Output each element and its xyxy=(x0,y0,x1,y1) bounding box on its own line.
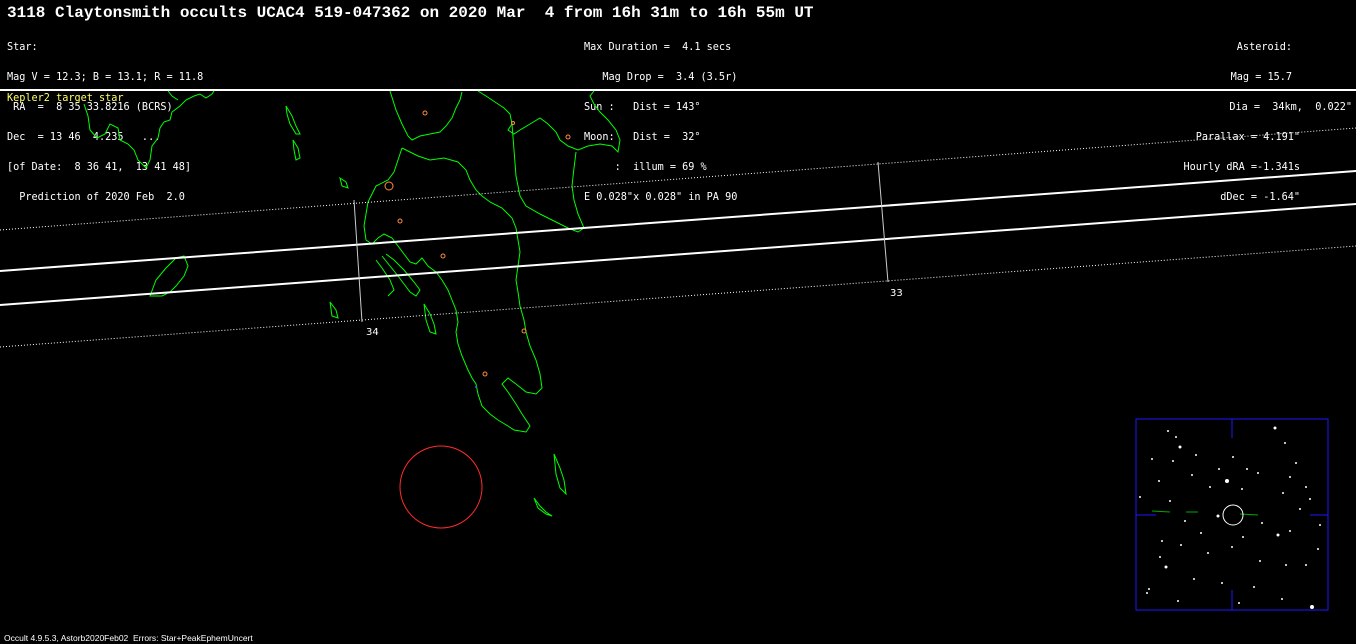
inset-star xyxy=(1241,488,1243,490)
time-tick-33 xyxy=(877,161,889,283)
city-marker xyxy=(511,121,515,125)
inset-star xyxy=(1238,602,1240,604)
time-label-33: 33 xyxy=(890,288,903,299)
time-tick-34 xyxy=(353,199,363,323)
inset-star xyxy=(1161,540,1163,542)
inset-star xyxy=(1309,498,1311,500)
city-marker xyxy=(565,134,571,140)
inset-star xyxy=(1139,496,1141,498)
inset-star xyxy=(1177,600,1179,602)
inset-star xyxy=(1184,520,1186,522)
coastline-main-landmass-body xyxy=(363,147,543,433)
coastline-honshu-west-2 xyxy=(167,90,179,101)
inset-star xyxy=(1232,456,1234,458)
inset-star xyxy=(1167,430,1169,432)
path-south-limit xyxy=(0,203,1356,306)
island-south-1 xyxy=(553,453,567,496)
inset-star xyxy=(1284,442,1286,444)
inset-star xyxy=(1310,605,1314,609)
moon-circle-icon xyxy=(399,445,483,529)
time-label-34: 34 xyxy=(366,327,379,338)
island-slender-2 xyxy=(329,301,339,319)
inset-star xyxy=(1289,476,1291,478)
inset-star xyxy=(1253,586,1255,588)
inset-star xyxy=(1242,536,1244,538)
island-south-2 xyxy=(533,497,553,517)
island-small-1 xyxy=(292,139,301,161)
inset-star xyxy=(1299,508,1301,510)
inset-star xyxy=(1158,480,1160,482)
inset-star xyxy=(1295,462,1297,464)
city-marker xyxy=(482,371,488,377)
coastline-inner-bay xyxy=(511,123,585,233)
inset-star xyxy=(1225,479,1229,483)
city-marker xyxy=(440,253,446,259)
inset-star xyxy=(1259,560,1261,562)
occultation-map: 34 33 xyxy=(0,90,1356,611)
blue-site-marker xyxy=(475,386,477,388)
inset-star xyxy=(1261,522,1263,524)
inset-star xyxy=(1221,582,1223,584)
time-ticks xyxy=(353,161,889,323)
inset-star xyxy=(1146,592,1148,594)
city-marker xyxy=(397,218,403,224)
inset-star xyxy=(1195,454,1197,456)
inset-star xyxy=(1257,472,1259,474)
inset-star xyxy=(1207,552,1209,554)
city-marker xyxy=(422,110,428,116)
coastline-honshu-west xyxy=(83,90,215,169)
inset-star xyxy=(1164,565,1168,569)
inset-star xyxy=(1281,598,1283,600)
software-footer: Occult 4.9.5.3, Astorb2020Feb02 Errors: … xyxy=(4,633,253,643)
inset-star xyxy=(1276,533,1280,537)
inset-star xyxy=(1159,556,1161,558)
inset-star xyxy=(1151,458,1153,460)
uncertainty-south xyxy=(0,245,1356,348)
star-chart-border xyxy=(1135,418,1329,611)
inset-star xyxy=(1273,426,1277,430)
inset-star xyxy=(1200,532,1202,534)
island-oki xyxy=(285,105,301,135)
coastline-main-landmass xyxy=(389,90,463,141)
inset-star xyxy=(1209,486,1211,488)
inset-star xyxy=(1172,460,1174,462)
coastlines xyxy=(83,90,621,517)
inset-star xyxy=(1216,514,1220,518)
inset-star xyxy=(1193,578,1195,580)
inset-star xyxy=(1317,548,1319,550)
coastline-inner-bay-3 xyxy=(375,259,395,297)
inset-star xyxy=(1305,564,1307,566)
island-small-2 xyxy=(339,176,349,189)
city-marker xyxy=(384,181,394,191)
inset-star xyxy=(1231,546,1233,548)
inset-star xyxy=(1169,500,1171,502)
inset-star xyxy=(1305,486,1307,488)
inset-star xyxy=(1285,564,1287,566)
inset-star xyxy=(1289,530,1291,532)
inset-star xyxy=(1282,492,1284,494)
city-markers xyxy=(384,110,571,377)
path-north-limit xyxy=(0,170,1356,272)
inset-star xyxy=(1178,445,1182,449)
coastline-main-landmass-east xyxy=(477,90,621,154)
inset-star xyxy=(1180,544,1182,546)
island-shikoku xyxy=(149,255,189,297)
inset-star xyxy=(1246,468,1248,470)
star-chart-inset xyxy=(1135,418,1329,611)
inset-star xyxy=(1218,468,1220,470)
inset-star xyxy=(1148,588,1150,590)
island-slender-1 xyxy=(423,303,437,335)
path-lines xyxy=(0,127,1356,348)
inset-star xyxy=(1175,436,1177,438)
uncertainty-north xyxy=(0,127,1356,231)
inset-star xyxy=(1191,474,1193,476)
inset-star xyxy=(1319,524,1321,526)
